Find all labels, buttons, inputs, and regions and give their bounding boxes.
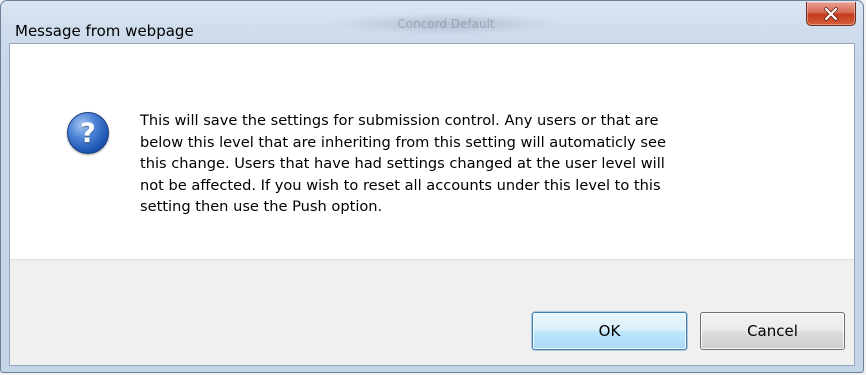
ok-button[interactable]: OK <box>532 312 687 350</box>
cancel-button[interactable]: Cancel <box>700 312 845 350</box>
button-bar: OK Cancel <box>10 259 854 365</box>
dialog-window: Concord Default Message from webpage ? T… <box>0 0 864 373</box>
title-bar[interactable]: Concord Default Message from webpage <box>1 1 863 43</box>
background-window-title: Concord Default <box>331 13 561 35</box>
close-icon <box>824 6 838 21</box>
message-area: ? This will save the settings for submis… <box>10 44 854 259</box>
question-icon: ? <box>67 112 109 154</box>
close-button[interactable] <box>806 2 856 26</box>
message-text: This will save the settings for submissi… <box>140 112 666 215</box>
dialog-content: ? This will save the settings for submis… <box>9 43 855 366</box>
dialog-title: Message from webpage <box>15 22 194 40</box>
question-icon-glyph: ? <box>80 117 96 149</box>
